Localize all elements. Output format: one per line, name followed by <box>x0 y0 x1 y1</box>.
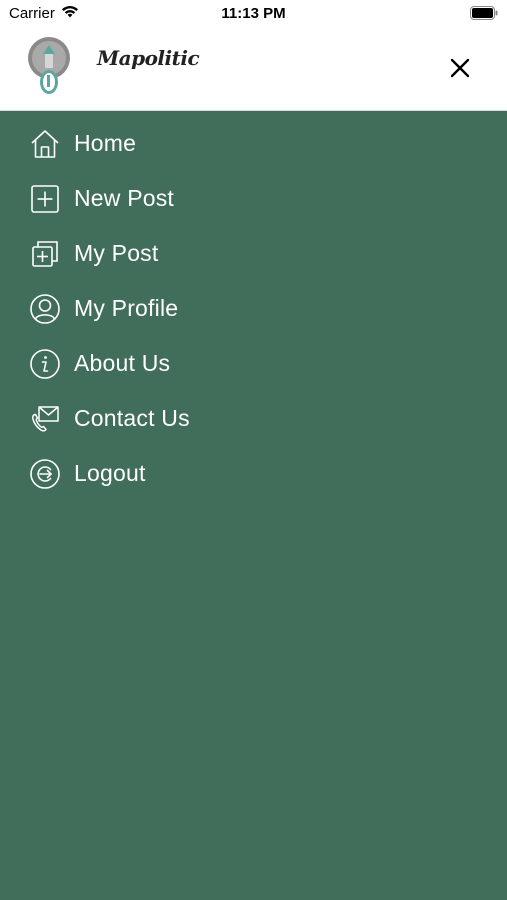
drawer-menu: Home New Post My Post My Profile About U… <box>0 116 507 501</box>
stacked-posts-icon <box>29 238 61 270</box>
menu-label-new-post: New Post <box>74 185 175 211</box>
battery-icon <box>470 6 498 24</box>
status-time: 11:13 PM <box>221 5 286 22</box>
close-button[interactable] <box>447 55 473 81</box>
close-icon <box>450 58 470 78</box>
logout-circle-icon <box>29 458 61 490</box>
status-bar: Carrier 11:13 PM <box>0 0 507 28</box>
map-pin-logo-icon <box>28 37 70 94</box>
logo-text: Mapolitic <box>97 46 200 70</box>
home-icon <box>29 128 61 160</box>
app-logo[interactable]: Mapolitic <box>27 36 200 98</box>
menu-item-new-post[interactable]: New Post <box>0 171 507 226</box>
menu-label-about-us: About Us <box>74 350 171 376</box>
menu-label-contact-us: Contact Us <box>74 405 190 431</box>
info-circle-icon <box>29 348 61 380</box>
menu-item-logout[interactable]: Logout <box>0 446 507 501</box>
menu-label-logout: Logout <box>74 460 146 486</box>
drawer-header: Mapolitic <box>0 28 507 111</box>
plus-square-icon <box>29 183 61 215</box>
menu-item-about-us[interactable]: About Us <box>0 336 507 391</box>
menu-item-my-post[interactable]: My Post <box>0 226 507 281</box>
mail-phone-icon <box>29 403 61 435</box>
menu-label-my-post: My Post <box>74 240 159 266</box>
menu-label-home: Home <box>74 130 137 156</box>
menu-item-home[interactable]: Home <box>0 116 507 171</box>
menu-item-contact-us[interactable]: Contact Us <box>0 391 507 446</box>
menu-item-my-profile[interactable]: My Profile <box>0 281 507 336</box>
user-circle-icon <box>29 293 61 325</box>
app-screen: Carrier 11:13 PM Mapolitic Home New Post… <box>0 0 507 900</box>
menu-label-my-profile: My Profile <box>74 295 179 321</box>
navigation-drawer: Home New Post My Post My Profile About U… <box>0 111 507 900</box>
